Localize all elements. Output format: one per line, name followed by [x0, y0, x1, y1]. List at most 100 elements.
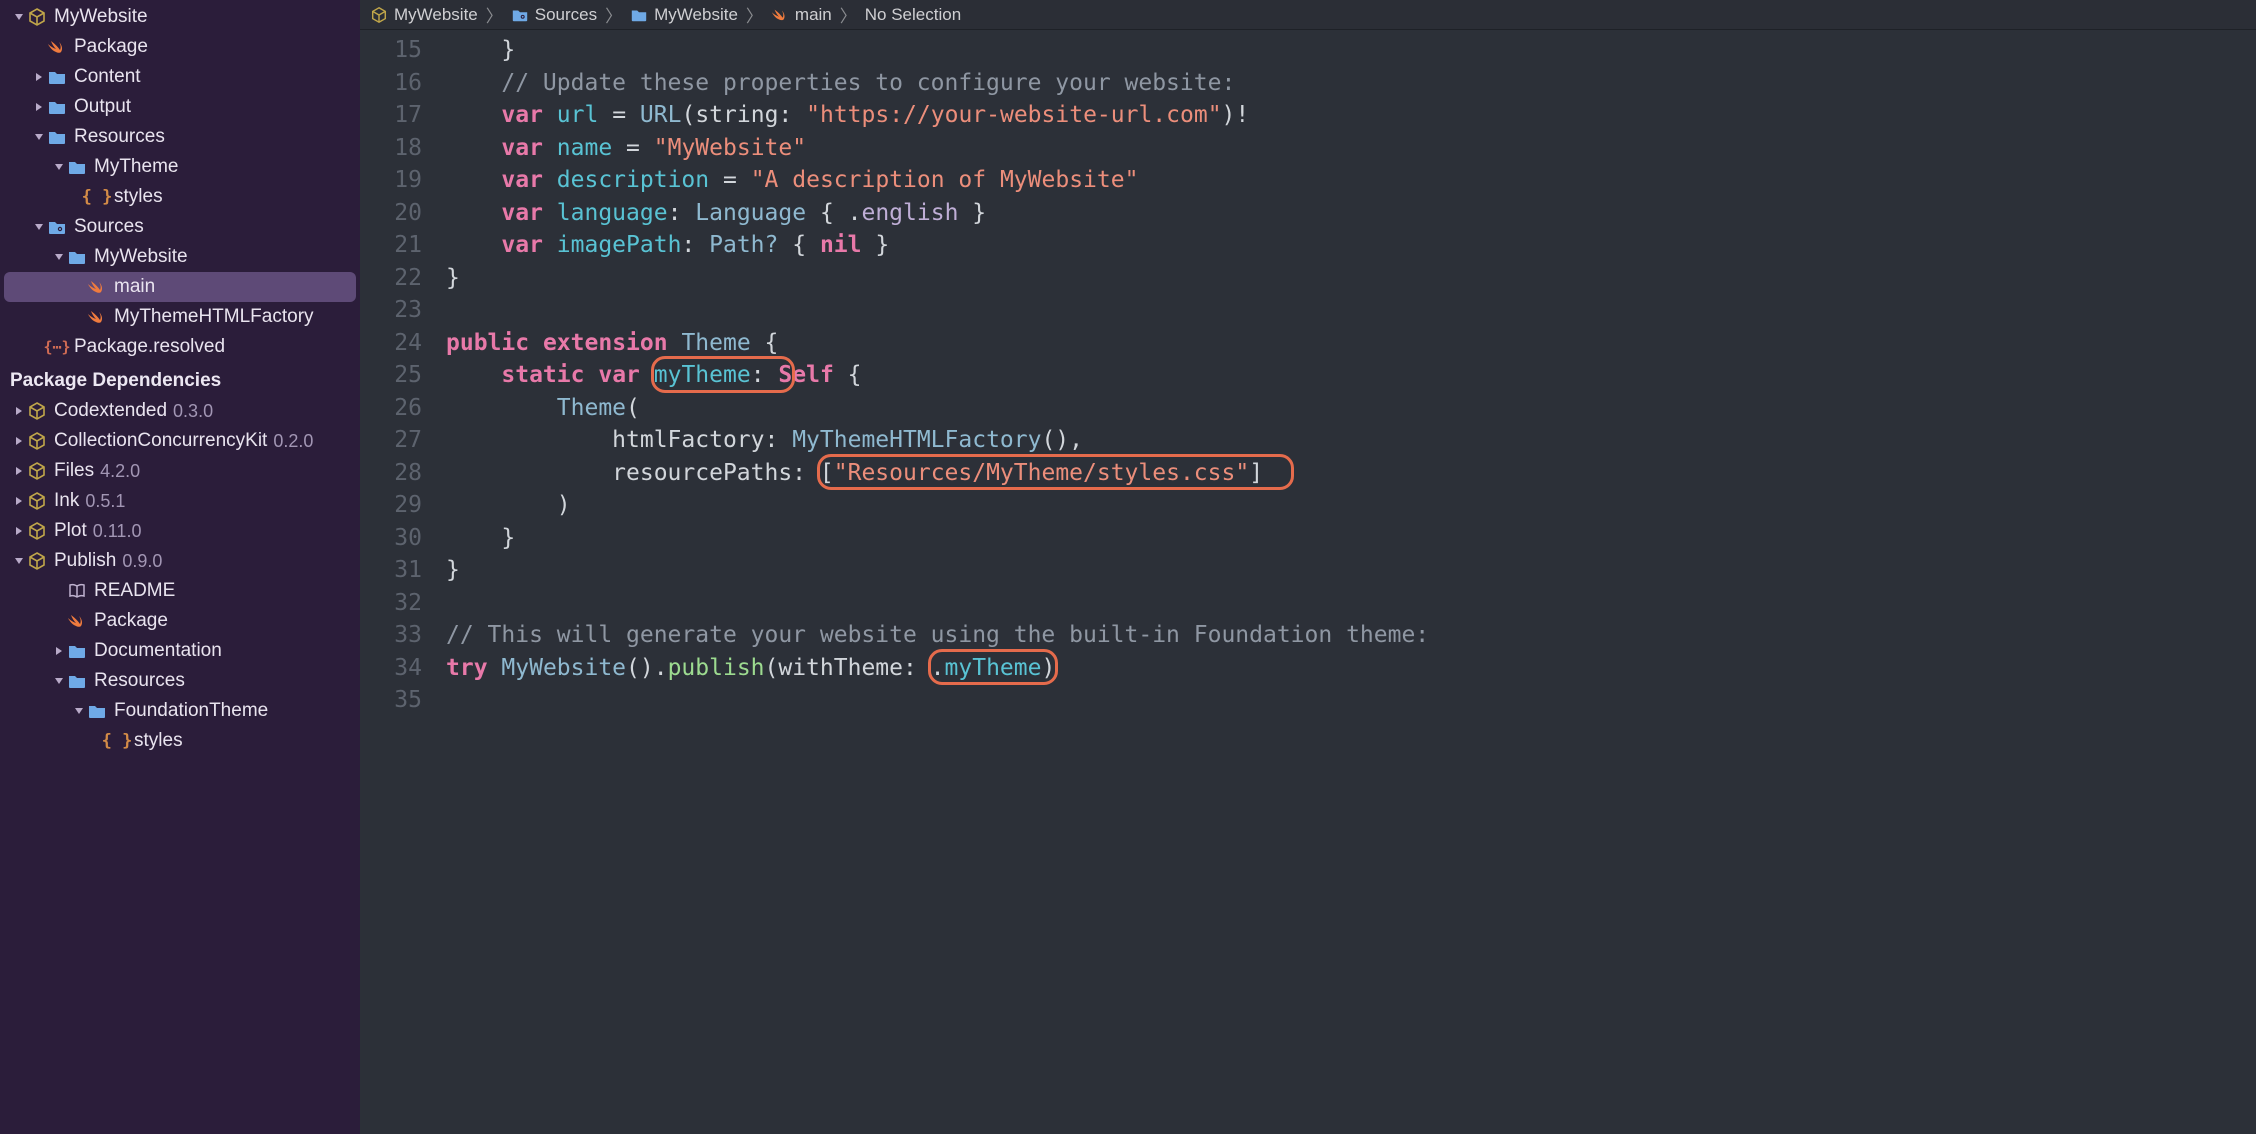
chevron-right-icon[interactable]	[52, 644, 66, 658]
code-line[interactable]: try MyWebsite().publish(withTheme: .myTh…	[446, 652, 2256, 685]
code-line[interactable]: var name = "MyWebsite"	[446, 132, 2256, 165]
tree-item[interactable]: Sources	[4, 212, 356, 242]
chevron-down-icon[interactable]	[12, 10, 26, 24]
tree-item[interactable]: MyTheme	[4, 152, 356, 182]
code-line[interactable]: var imagePath: Path? { nil }	[446, 229, 2256, 262]
chevron-right-icon[interactable]	[12, 464, 26, 478]
chevron-down-icon[interactable]	[32, 220, 46, 234]
breadcrumb-item[interactable]: MyWebsite	[630, 5, 738, 25]
tree-item[interactable]: Package	[4, 606, 356, 636]
chevron-down-icon[interactable]	[12, 554, 26, 568]
code-line[interactable]: // Update these properties to configure …	[446, 67, 2256, 100]
swift-icon	[46, 36, 68, 58]
chevron-down-icon[interactable]	[52, 160, 66, 174]
tree-item[interactable]: main	[4, 272, 356, 302]
tree-item[interactable]: Output	[4, 92, 356, 122]
tree-item[interactable]: MyWebsite	[4, 242, 356, 272]
folder-gear-icon	[46, 216, 68, 238]
tree-item[interactable]: MyWebsite	[4, 2, 356, 32]
chevron-right-icon[interactable]	[12, 494, 26, 508]
dependency-item[interactable]: Files4.2.0	[4, 456, 356, 486]
line-number: 27	[360, 424, 422, 457]
tree-item[interactable]: Documentation	[4, 636, 356, 666]
chevron-down-icon[interactable]	[52, 674, 66, 688]
chevron-down-icon[interactable]	[72, 704, 86, 718]
swift-icon	[86, 306, 108, 328]
breadcrumb-item[interactable]: Sources	[511, 5, 597, 25]
code-line[interactable]: resourcePaths: ["Resources/MyTheme/style…	[446, 457, 2256, 490]
breadcrumb-item[interactable]: No Selection	[865, 5, 961, 25]
code-editor[interactable]: 1516171819202122232425262728293031323334…	[360, 30, 2256, 1134]
dependency-version: 0.9.0	[122, 551, 162, 572]
code-line[interactable]: public extension Theme {	[446, 327, 2256, 360]
code-line[interactable]: static var myTheme: Self {	[446, 359, 2256, 392]
line-number: 24	[360, 327, 422, 360]
chevron-right-icon[interactable]	[32, 70, 46, 84]
code-line[interactable]: }	[446, 262, 2256, 295]
code-line[interactable]: // This will generate your website using…	[446, 619, 2256, 652]
tree-item[interactable]: Resources	[4, 666, 356, 696]
tree-item[interactable]: README	[4, 576, 356, 606]
code-line[interactable]: var language: Language { .english }	[446, 197, 2256, 230]
tree-item[interactable]: MyThemeHTMLFactory	[4, 302, 356, 332]
line-number: 29	[360, 489, 422, 522]
folder-icon	[66, 246, 88, 268]
pkg-icon	[26, 550, 48, 572]
tree-item-label: styles	[134, 730, 183, 752]
folder-icon	[46, 66, 68, 88]
chevron-right-icon[interactable]	[32, 100, 46, 114]
book-icon	[66, 580, 88, 602]
code-line[interactable]: var url = URL(string: "https://your-webs…	[446, 99, 2256, 132]
braces-icon: { }	[86, 186, 108, 208]
dependency-item[interactable]: CollectionConcurrencyKit0.2.0	[4, 426, 356, 456]
tree-item[interactable]: Resources	[4, 122, 356, 152]
code-area[interactable]: } // Update these properties to configur…	[436, 30, 2256, 1134]
dependency-item[interactable]: Ink0.5.1	[4, 486, 356, 516]
tree-item-label: Package	[94, 610, 168, 632]
breadcrumb[interactable]: MyWebsite〉Sources〉MyWebsite〉main〉No Sele…	[360, 0, 2256, 30]
line-number-gutter: 1516171819202122232425262728293031323334…	[360, 30, 436, 1134]
chevron-down-icon[interactable]	[32, 130, 46, 144]
chevron-right-icon[interactable]	[12, 434, 26, 448]
code-line[interactable]: var description = "A description of MyWe…	[446, 164, 2256, 197]
tree-item[interactable]: Package	[4, 32, 356, 62]
code-line[interactable]: }	[446, 554, 2256, 587]
swift-icon	[66, 610, 88, 632]
chevron-right-icon[interactable]	[12, 404, 26, 418]
code-line[interactable]	[446, 684, 2256, 717]
tree-item[interactable]: { }styles	[4, 726, 356, 756]
chevron-down-icon[interactable]	[52, 250, 66, 264]
line-number: 34	[360, 652, 422, 685]
tree-item[interactable]: Content	[4, 62, 356, 92]
breadcrumb-item[interactable]: main	[771, 5, 832, 25]
folder-icon	[46, 96, 68, 118]
code-line[interactable]: }	[446, 522, 2256, 555]
breadcrumb-label: No Selection	[865, 5, 961, 25]
chevron-right-icon[interactable]	[12, 524, 26, 538]
dependency-item[interactable]: Publish0.9.0	[4, 546, 356, 576]
tree-item[interactable]: {⋯}Package.resolved	[4, 332, 356, 362]
line-number: 35	[360, 684, 422, 717]
code-line[interactable]: }	[446, 34, 2256, 67]
breadcrumb-item[interactable]: MyWebsite	[370, 5, 478, 25]
code-line[interactable]: htmlFactory: MyThemeHTMLFactory(),	[446, 424, 2256, 457]
line-number: 23	[360, 294, 422, 327]
code-line[interactable]: Theme(	[446, 392, 2256, 425]
line-number: 16	[360, 67, 422, 100]
dependency-item[interactable]: Codextended0.3.0	[4, 396, 356, 426]
code-line[interactable]	[446, 587, 2256, 620]
tree-item[interactable]: { }styles	[4, 182, 356, 212]
line-number: 32	[360, 587, 422, 620]
pkg-icon	[26, 520, 48, 542]
project-navigator[interactable]: MyWebsitePackageContentOutputResourcesMy…	[0, 0, 360, 1134]
tree-item[interactable]: FoundationTheme	[4, 696, 356, 726]
breadcrumb-separator: 〉	[482, 2, 507, 27]
line-number: 19	[360, 164, 422, 197]
line-number: 26	[360, 392, 422, 425]
code-line[interactable]: )	[446, 489, 2256, 522]
dependency-item[interactable]: Plot0.11.0	[4, 516, 356, 546]
folder-icon	[630, 6, 648, 24]
code-line[interactable]	[446, 294, 2256, 327]
tree-item-label: MyWebsite	[54, 6, 148, 28]
tree-item-label: Documentation	[94, 640, 222, 662]
